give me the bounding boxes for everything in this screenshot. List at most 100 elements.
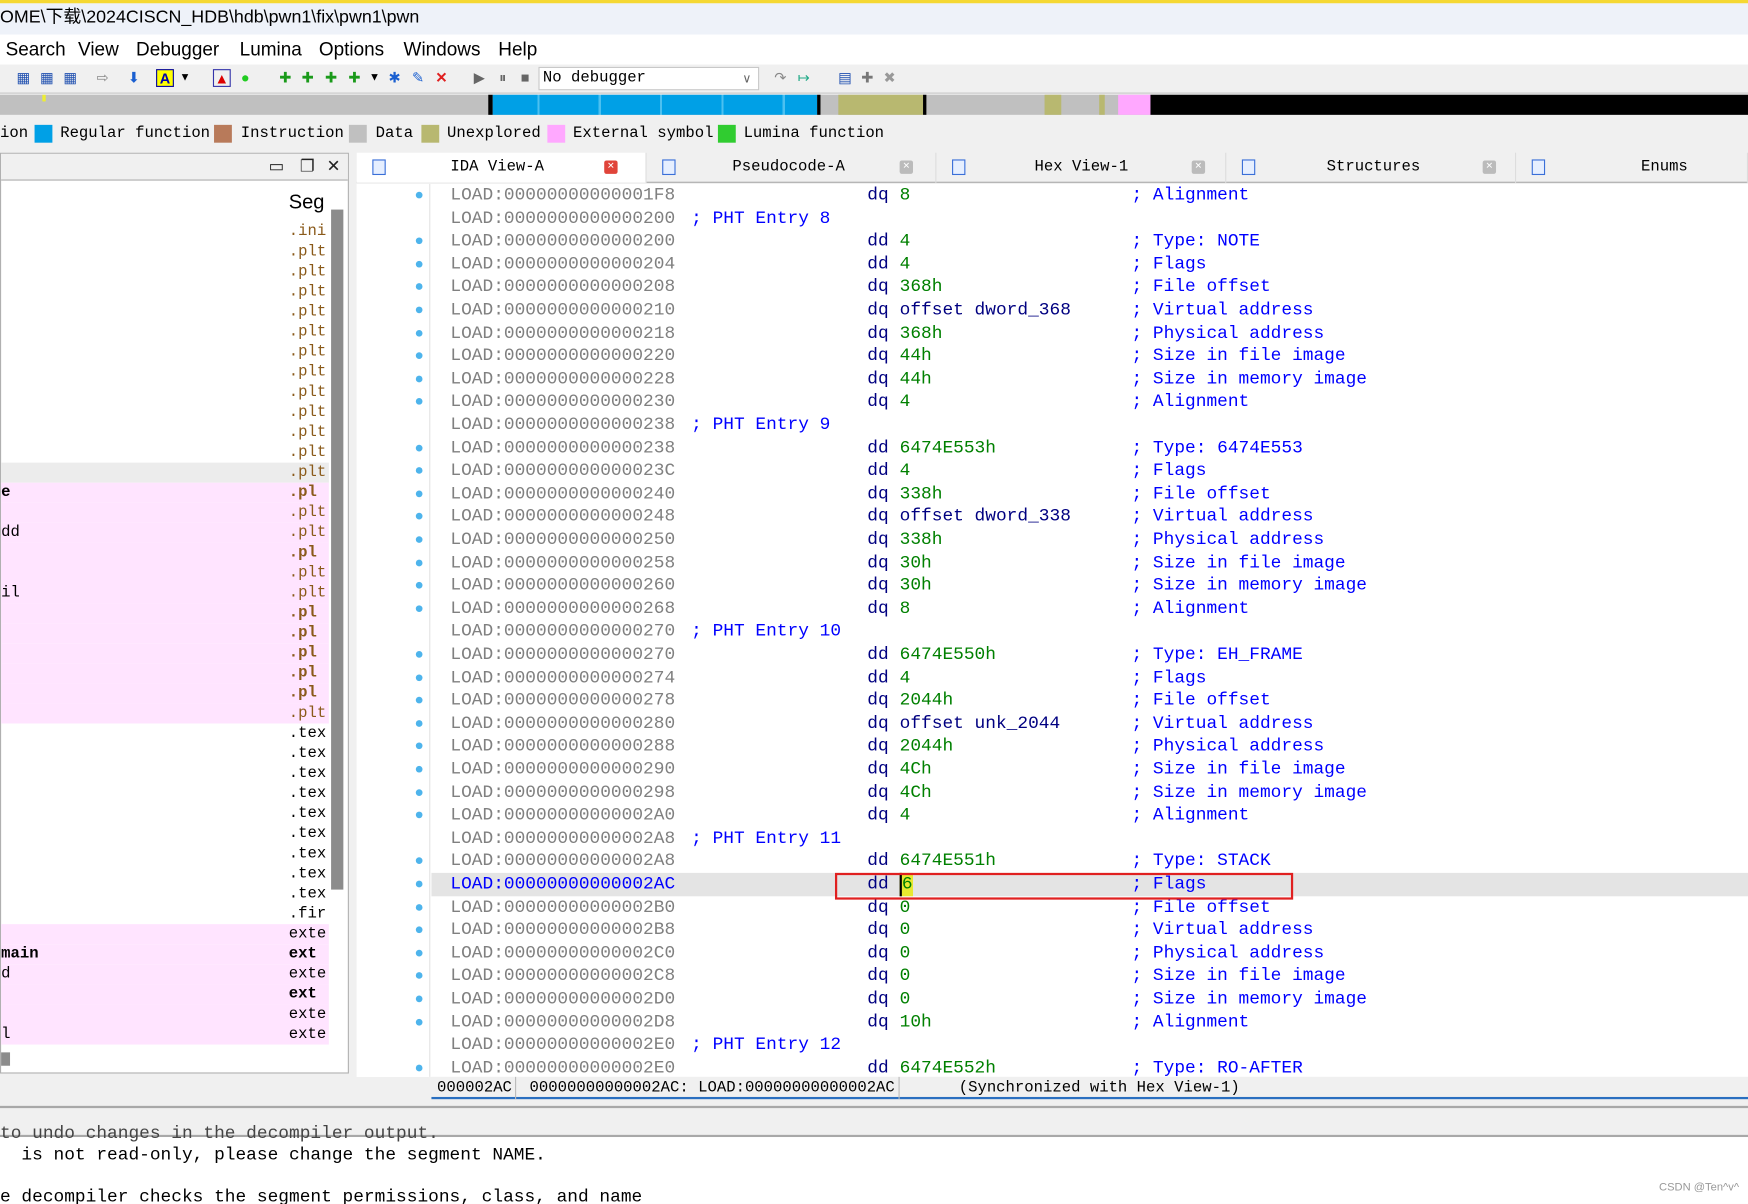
splitter[interactable] [0, 1105, 1748, 1109]
listing-header-row[interactable]: LOAD:00000000000002E0 ; PHT Entry 12 [357, 1034, 1748, 1057]
restore-icon[interactable]: ❐ [300, 156, 315, 176]
array-icon[interactable]: ✱ [386, 69, 404, 87]
function-row[interactable]: .plt [1, 342, 329, 362]
function-row[interactable]: ext [1, 984, 329, 1005]
listing-row[interactable]: LOAD:0000000000000298 dq 4Ch ; Size in memo… [357, 781, 1748, 804]
tab-ida-view-a[interactable]: IDA View-A ✕ [356, 152, 647, 183]
listing-operand[interactable]: 8 [900, 597, 911, 620]
listing-row[interactable]: LOAD:0000000000000288 dq 2044h ; Physical a… [357, 735, 1748, 758]
listing-operand[interactable]: 44h [900, 368, 932, 391]
listing-row[interactable]: LOAD:00000000000002C8 dq 0 ; Size in file i… [357, 965, 1748, 988]
listing-row[interactable]: LOAD:00000000000002D0 dq 0 ; Size in memory… [357, 988, 1748, 1011]
listing-operand[interactable]: 6474E551h [900, 850, 996, 873]
menu-view[interactable]: View [78, 35, 119, 65]
listing-row[interactable]: LOAD:0000000000000274 dd 4 ; Flags [357, 666, 1748, 689]
listing-operand[interactable]: 30h [900, 551, 932, 574]
listing-row[interactable]: LOAD:0000000000000250 dq 338h ; Physical ad… [357, 528, 1748, 551]
function-row[interactable]: .tex [1, 864, 329, 884]
listing-row[interactable]: LOAD:0000000000000260 dq 30h ; Size in memo… [357, 574, 1748, 597]
function-row[interactable]: .tex [1, 804, 329, 824]
pause-icon[interactable]: ⏸ [494, 69, 512, 87]
function-row[interactable]: e .pl [1, 482, 329, 503]
listing-row[interactable]: LOAD:0000000000000210 dq offset dword_368;… [357, 299, 1748, 322]
function-row[interactable]: main ext [1, 944, 329, 965]
column-header-segment[interactable]: Seg [289, 191, 325, 214]
listing-operand[interactable]: 10h [900, 1011, 932, 1034]
tab-close-icon[interactable]: ✕ [1191, 160, 1206, 174]
listing-row[interactable]: LOAD:00000000000002A0 dq 4 ; Alignment [357, 804, 1748, 827]
listing-operand[interactable]: 338h [900, 528, 943, 551]
function-row[interactable]: .tex [1, 744, 329, 764]
down-arrow-icon[interactable]: ⬇ [125, 69, 143, 87]
add-breakpoint-icon[interactable]: ✚ [858, 69, 876, 87]
listing-row[interactable]: LOAD:00000000000002C0 dq 0 ; Physical addre… [357, 942, 1748, 965]
listing-row[interactable]: LOAD:0000000000000200 dd 4 ; Type: NOTE [357, 230, 1748, 253]
listing-row[interactable]: LOAD:0000000000000258 dq 30h ; Size in file… [357, 551, 1748, 574]
listing-header-row[interactable]: LOAD:0000000000000200 ; PHT Entry 8 [357, 207, 1748, 230]
ascii-icon[interactable]: ✚ [322, 69, 340, 87]
function-row[interactable]: .pl [1, 683, 329, 704]
listing-operand[interactable]: 0 [900, 965, 911, 988]
listing-row[interactable]: LOAD:0000000000000218 dq 368h ; Physical ad… [357, 322, 1748, 345]
function-row[interactable]: l exte [1, 1024, 329, 1045]
tab-enums[interactable]: Enums [1516, 152, 1748, 183]
function-row[interactable]: .plt [1, 322, 329, 342]
listing-operand[interactable]: offset dword_338 [900, 505, 1071, 528]
tab-close-icon[interactable]: ✕ [1482, 160, 1497, 174]
listing-row[interactable]: LOAD:0000000000000248 dq offset dword_338;… [357, 505, 1748, 528]
function-row[interactable]: .plt [1, 242, 329, 262]
listing-row[interactable]: LOAD:0000000000000240 dq 338h ; File offset [357, 482, 1748, 505]
function-row[interactable]: .pl [1, 542, 329, 563]
horizontal-scrollbar[interactable] [1, 1052, 11, 1066]
listing-operand[interactable]: 8 [900, 184, 911, 207]
function-row[interactable]: exte [1, 1004, 329, 1025]
function-row[interactable]: .pl [1, 623, 329, 644]
vertical-scrollbar[interactable] [331, 209, 344, 890]
tab-close-icon[interactable]: ✕ [604, 160, 618, 174]
listing-operand[interactable]: 0 [900, 919, 911, 942]
listing-row[interactable]: LOAD:0000000000000290 dq 4Ch ; Size in file… [357, 758, 1748, 781]
listing-row[interactable]: LOAD:00000000000001F8 dq 8 ; Alignment [357, 184, 1748, 207]
text-color-icon[interactable]: A [156, 69, 174, 87]
stop-icon[interactable]: ■ [516, 69, 534, 87]
listing-row[interactable]: LOAD:0000000000000204 dd 4 ; Flags [357, 253, 1748, 276]
breakpoint-list-icon[interactable]: ▤ [836, 69, 854, 87]
function-row[interactable]: .plt [1, 262, 329, 282]
tab-pseudocode-a[interactable]: Pseudocode-A ✕ [647, 152, 937, 183]
listing-operand[interactable]: 4Ch [900, 781, 932, 804]
tab-hex-view-1[interactable]: Hex View-1 ✕ [936, 152, 1227, 183]
listing-row[interactable]: LOAD:0000000000000230 dq 4 ; Alignment [357, 391, 1748, 414]
listing-row[interactable]: LOAD:0000000000000270 dd 6474E550h ; Type: … [357, 643, 1748, 666]
step-icon[interactable]: ↷ [771, 69, 789, 87]
function-row[interactable]: .tex [1, 824, 329, 844]
menu-windows[interactable]: Windows [404, 35, 481, 65]
listing-operand[interactable]: 0 [900, 942, 911, 965]
navigation-band[interactable] [0, 94, 1748, 115]
strings-icon[interactable]: ▲ [212, 69, 231, 87]
data-icon[interactable]: ✚ [299, 69, 317, 87]
struct-icon[interactable]: ✚ [346, 69, 364, 87]
tab-structures[interactable]: Structures ✕ [1226, 152, 1517, 183]
delete-breakpoint-icon[interactable]: ✖ [881, 69, 899, 87]
function-row[interactable]: .pl [1, 643, 329, 664]
listing-operand[interactable]: 4 [900, 804, 911, 827]
function-row[interactable]: .ini [1, 222, 329, 242]
listing-header-row[interactable]: LOAD:0000000000000238 ; PHT Entry 9 [357, 414, 1748, 437]
listing-operand[interactable]: 4Ch [900, 758, 932, 781]
listing-operand[interactable]: offset unk_2044 [900, 712, 1061, 735]
play-icon[interactable]: ▶ [470, 69, 488, 87]
function-row[interactable]: .plt [1, 703, 329, 724]
menu-lumina[interactable]: Lumina [240, 35, 302, 65]
undefine-icon[interactable]: ✕ [433, 69, 451, 87]
listing-row[interactable]: LOAD:00000000000002A8 dd 6474E551h ; Type: … [357, 850, 1748, 873]
listing-operand[interactable]: 44h [900, 345, 932, 368]
forward-icon[interactable]: ⇨ [94, 69, 112, 87]
function-row[interactable]: .plt [1, 302, 329, 322]
listing-operand[interactable]: 4 [900, 230, 911, 253]
listing-operand[interactable]: 6474E553h [900, 437, 996, 460]
jump-text-icon[interactable]: ▦ [38, 69, 56, 87]
menu-debugger[interactable]: Debugger [136, 35, 219, 65]
listing-row[interactable]: LOAD:0000000000000228 dq 44h ; Size in memo… [357, 368, 1748, 391]
function-row[interactable]: .tex [1, 723, 329, 743]
function-row[interactable]: .tex [1, 884, 329, 904]
